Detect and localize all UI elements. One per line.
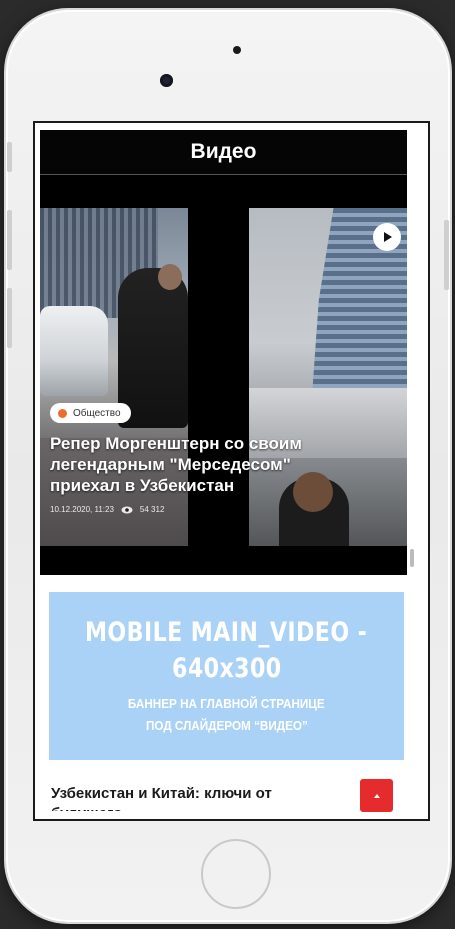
volume-down-button bbox=[7, 288, 12, 348]
scrollbar-thumb[interactable] bbox=[410, 549, 414, 567]
category-dot-icon bbox=[58, 408, 67, 418]
video-slider[interactable]: Общество Репер Моргенштерн со своим леге… bbox=[40, 175, 407, 575]
category-label: Общество bbox=[73, 407, 121, 419]
power-button bbox=[444, 220, 449, 290]
play-button[interactable] bbox=[373, 223, 401, 251]
banner-subtitle-line1: БАННЕР НА ГЛАВНОЙ СТРАНИЦЕ bbox=[128, 696, 325, 711]
banner-subtitle-line2: ПОД СЛАЙДЕРОМ “ВИДЕО” bbox=[145, 718, 308, 733]
scroll-to-top-button[interactable] bbox=[360, 779, 393, 812]
video-views: 54 312 bbox=[139, 505, 165, 514]
mute-switch bbox=[7, 142, 12, 172]
person-image bbox=[118, 268, 188, 428]
content-cutoff bbox=[35, 811, 428, 819]
front-camera bbox=[160, 74, 173, 87]
category-badge[interactable]: Общество bbox=[50, 403, 131, 423]
person-head-image bbox=[158, 264, 182, 290]
section-header: Видео bbox=[40, 130, 407, 174]
play-icon bbox=[384, 232, 392, 242]
page-title: Видео bbox=[190, 140, 257, 163]
ad-banner-placeholder[interactable]: MOBILE MAIN_VIDEO - 640x300 БАННЕР НА ГЛ… bbox=[49, 592, 404, 760]
chevron-up-icon bbox=[373, 793, 380, 798]
speaker bbox=[233, 46, 241, 54]
video-date: 10.12.2020, 11:23 bbox=[50, 505, 114, 514]
video-meta: 10.12.2020, 11:23 54 312 bbox=[50, 505, 164, 514]
car-image bbox=[40, 306, 108, 396]
eye-icon bbox=[121, 506, 133, 513]
home-button[interactable] bbox=[201, 839, 271, 909]
video-title[interactable]: Репер Моргенштерн со своим легендарным "… bbox=[50, 433, 350, 496]
banner-title-line2: 640x300 bbox=[171, 653, 282, 684]
phone-screen: Видео Общество Репер Моргенштерн со свои… bbox=[33, 121, 430, 821]
banner-title-line1: MOBILE MAIN_VIDEO - bbox=[85, 617, 368, 648]
volume-up-button bbox=[7, 210, 12, 270]
